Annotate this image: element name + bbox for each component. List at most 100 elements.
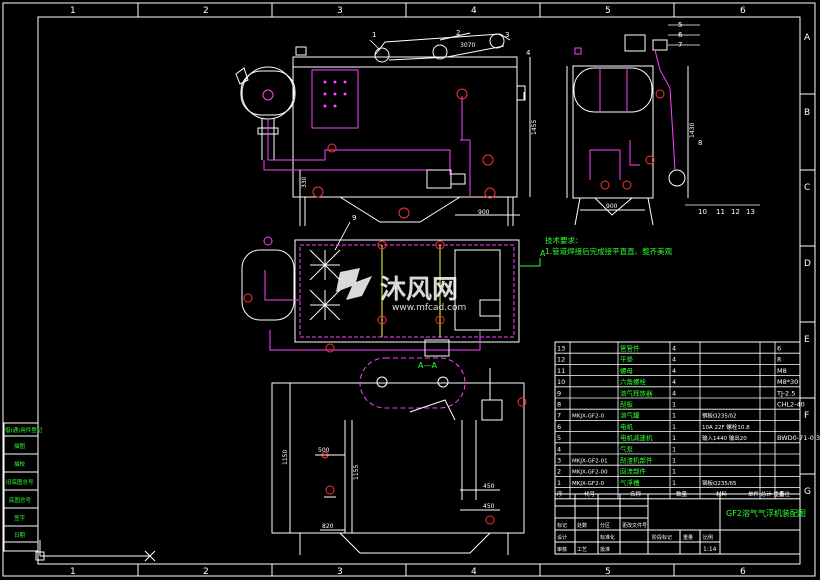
grid-bottom-2: 2 xyxy=(203,567,209,577)
callout-8: 8 xyxy=(698,139,702,147)
bom-cell-name: 刮板 xyxy=(620,400,634,409)
bom-cell-no: 10 xyxy=(557,378,565,386)
bom-cell-name: 电机减速机 xyxy=(620,433,653,442)
tb-label-scale: 比例 xyxy=(703,534,713,541)
callout-10: 10 xyxy=(698,208,707,216)
cad-drawing: 1 2 3 4 5 6 1 2 3 4 5 6 A B C D E F G 14… xyxy=(2,2,820,577)
tb-label-approve: 批准 xyxy=(600,546,610,553)
grid-top-6: 6 xyxy=(740,6,746,16)
bom-cell-name: 气泵 xyxy=(620,444,634,453)
leader-lines xyxy=(334,24,760,251)
bom-cell-no: 7 xyxy=(557,412,561,420)
bom-cell-no: 6 xyxy=(557,423,561,431)
grid-right-c: C xyxy=(804,183,810,193)
section-title: A—A xyxy=(418,361,437,370)
bom-cell-qty: 1 xyxy=(672,479,676,487)
grid-bottom-4: 4 xyxy=(471,567,477,577)
dim-1155: 1155 xyxy=(353,465,360,480)
technical-notes: 技术要求： 1.管道焊接后完成接平直直、整齐美观 xyxy=(545,235,673,256)
side-panel-4: 底图总号 xyxy=(9,496,32,504)
bom-cell-code: MKJX-GF2-00 xyxy=(572,470,608,476)
grid-right-e: E xyxy=(804,335,810,345)
watermark-url: www.mfcad.com xyxy=(392,303,466,313)
bom-cell-qty: 4 xyxy=(672,378,676,386)
dim-1150: 1150 xyxy=(282,450,289,465)
grid-right-b: B xyxy=(804,108,810,118)
tb-scale-value: 1:14 xyxy=(703,546,717,553)
callout-1: 1 xyxy=(372,31,376,39)
bom-cell-mat: 钢板Q235/δ2 xyxy=(702,412,737,420)
dim-3070: 3070 xyxy=(460,42,475,49)
bom-cell-note: 6 xyxy=(777,345,781,353)
bom-cell-name: 螺母 xyxy=(620,366,634,375)
bom-cell-no: 12 xyxy=(557,356,565,364)
dim-330: 330 xyxy=(301,176,308,188)
bom-cell-name: 溶气释放器 xyxy=(620,388,653,397)
watermark: 沐风网 www.mfcad.com xyxy=(336,268,466,313)
front-view-dims: 1455 330 900 3070 xyxy=(301,42,538,216)
bom-cell-qty: 4 xyxy=(672,367,676,375)
bom-cell-name: 溶气罐 xyxy=(620,411,640,420)
front-view xyxy=(235,32,531,226)
grid-bottom-3: 3 xyxy=(337,567,343,577)
grid-right-d: D xyxy=(804,259,811,269)
bom-cell-no: 3 xyxy=(557,457,561,465)
bom-cell-qty: 1 xyxy=(672,423,676,431)
bom-cell-note: BWD0-71-0.37 xyxy=(777,434,820,442)
dim-1455: 1455 xyxy=(531,120,538,135)
callout-4: 4 xyxy=(526,49,531,57)
side-registry-panel: 借(通)用件登记 描图 描校 旧底图总号 底图总号 签字 日期 xyxy=(3,422,43,552)
grid-top-2: 2 xyxy=(203,6,209,16)
bom-cell-no: 13 xyxy=(557,345,565,353)
callout-9: 9 xyxy=(352,214,356,222)
bom-cell-note: M8 xyxy=(777,367,787,375)
bom-cell-note: M8*30 xyxy=(777,378,798,386)
dim-450-b: 450 xyxy=(483,503,495,510)
tb-label-process: 工艺 xyxy=(577,547,587,553)
bom-cell-name: 刮渣机部件 xyxy=(620,456,653,465)
grid-top-5: 5 xyxy=(605,6,611,16)
grid-right-f: F xyxy=(804,411,809,421)
dim-900: 900 xyxy=(478,209,490,216)
grid-bottom-1: 1 xyxy=(70,567,76,577)
bom-cell-qty: 4 xyxy=(672,356,676,364)
bill-of-materials: 13 管管件 4 612 平垫 4 811 螺母 4 M810 六角螺栓 4 M8*309 溶气释放器 4 T… xyxy=(554,341,820,500)
tb-label-zone: 分区 xyxy=(600,522,610,529)
tb-label-weight: 重量 xyxy=(683,534,693,541)
bom-cell-code: MKJX-GF2-0 xyxy=(572,414,605,420)
callout-12: 12 xyxy=(731,208,740,216)
bom-cell-no: 11 xyxy=(557,367,565,375)
notes-line-1: 1.管道焊接后完成接平直直、整齐美观 xyxy=(545,246,673,256)
grid-right-a: A xyxy=(804,33,811,43)
bom-cell-qty: 1 xyxy=(672,445,676,453)
bom-cell-name: 回流部件 xyxy=(620,467,647,476)
bom-cell-note: TJ-2.5 xyxy=(776,389,795,397)
callout-11: 11 xyxy=(716,208,725,216)
bom-cell-name: 气浮槽 xyxy=(620,478,640,487)
tb-label-std: 标准化 xyxy=(600,534,615,541)
grid-top-1: 1 xyxy=(70,6,76,16)
tb-label-stage: 阶段标记 xyxy=(652,534,672,541)
bom-cell-no: 2 xyxy=(557,468,561,476)
section-view xyxy=(271,357,527,555)
side-view xyxy=(566,34,689,226)
callout-3: 3 xyxy=(505,31,509,39)
bom-cell-qty: 1 xyxy=(672,468,676,476)
callout-13: 13 xyxy=(746,208,755,216)
section-view-dims: 1150 500 1155 450 450 820 xyxy=(282,447,495,530)
grid-top-4: 4 xyxy=(471,6,477,16)
notes-title: 技术要求： xyxy=(545,235,583,245)
bom-cell-qty: 1 xyxy=(672,457,676,465)
bom-cell-note: 8 xyxy=(777,356,781,364)
side-panel-0: 借(通)用件登记 xyxy=(5,426,43,434)
bom-cell-mat: 钢板Q235/δ5 xyxy=(702,479,737,487)
bom-cell-name: 六角螺栓 xyxy=(620,377,647,386)
tb-label-design: 设计 xyxy=(557,534,567,541)
grid-top-3: 3 xyxy=(337,6,343,16)
callout-2: 2 xyxy=(456,29,460,37)
bom-cell-no: 1 xyxy=(557,479,561,487)
bom-cell-qty: 1 xyxy=(672,434,676,442)
bom-cell-code: MKJX-GF2-0 xyxy=(572,481,605,487)
callouts: 1 2 3 4 5 6 7 8 9 10 11 12 13 xyxy=(352,21,755,222)
bom-cell-mat: 输入1440 输出20 xyxy=(702,434,747,442)
